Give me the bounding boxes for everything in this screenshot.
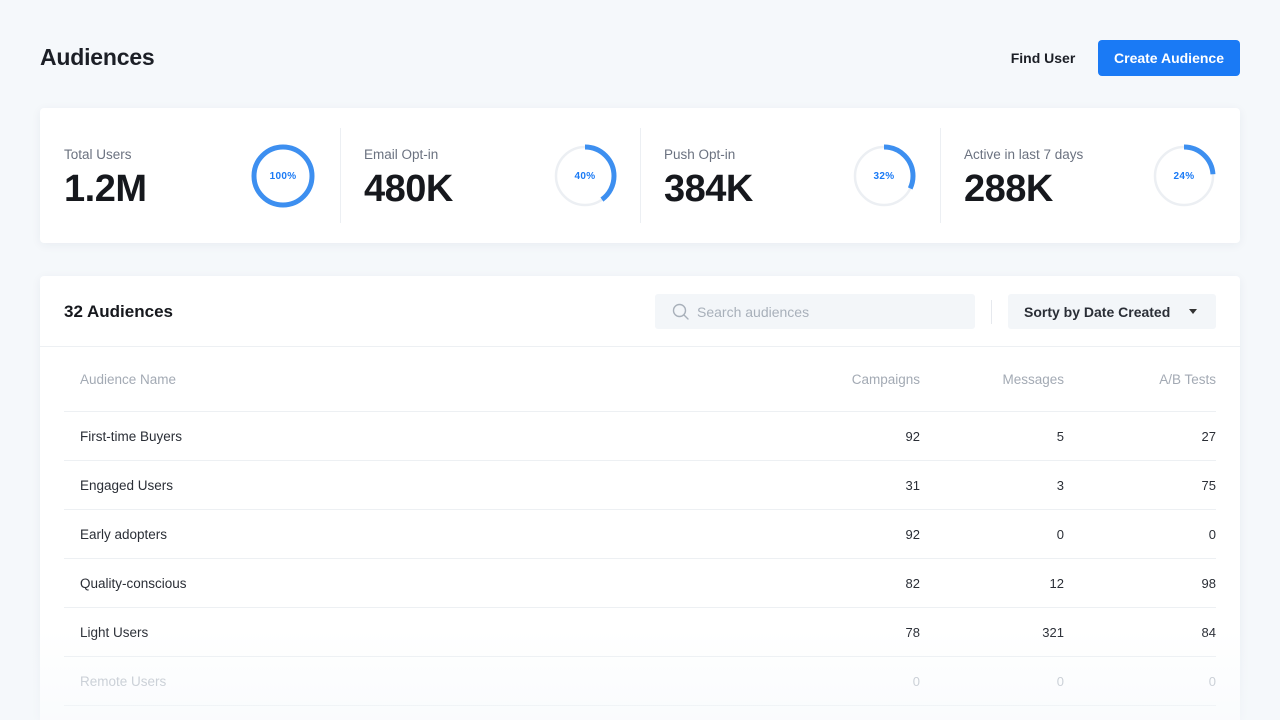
sort-dropdown[interactable]: Sorty by Date Created bbox=[1008, 294, 1216, 329]
column-header-ab-tests[interactable]: A/B Tests bbox=[1064, 347, 1216, 412]
audience-name-cell[interactable]: Quality-conscious bbox=[64, 558, 770, 608]
table-row[interactable]: First-time Buyers 92 5 27 bbox=[64, 411, 1216, 461]
audience-name-cell[interactable]: Light Users bbox=[64, 607, 770, 657]
stat-push-opt-in: Push Opt-in 384K 32% bbox=[640, 108, 940, 243]
ring-percent-label: 24% bbox=[1173, 170, 1195, 182]
ring-percent-label: 100% bbox=[269, 170, 297, 182]
audience-name-cell[interactable]: Engaged Users bbox=[64, 460, 770, 510]
audience-name-cell[interactable]: Remote Users bbox=[64, 656, 770, 706]
ab-tests-cell: 98 bbox=[1064, 558, 1216, 608]
campaigns-cell: 92 bbox=[770, 411, 920, 461]
stat-email-opt-in: Email Opt-in 480K 40% bbox=[340, 108, 640, 243]
messages-cell: 3 bbox=[920, 460, 1064, 510]
stat-label: Push Opt-in bbox=[664, 147, 736, 162]
search-icon bbox=[672, 303, 689, 320]
messages-cell: 12 bbox=[920, 558, 1064, 608]
progress-ring: 24% bbox=[1151, 143, 1217, 209]
table-row[interactable]: Light Users 78 321 84 bbox=[64, 607, 1216, 657]
campaigns-cell: 92 bbox=[770, 509, 920, 559]
stat-label: Active in last 7 days bbox=[964, 147, 1084, 162]
page-title: Audiences bbox=[40, 44, 155, 70]
progress-ring: 40% bbox=[552, 143, 618, 209]
stat-value: 480K bbox=[364, 168, 453, 210]
audience-name-cell[interactable]: Early adopters bbox=[64, 509, 770, 559]
stat-label: Email Opt-in bbox=[364, 147, 439, 162]
ab-tests-cell: 84 bbox=[1064, 607, 1216, 657]
campaigns-cell: 82 bbox=[770, 558, 920, 608]
ab-tests-cell: 75 bbox=[1064, 460, 1216, 510]
toolbar-divider bbox=[991, 300, 992, 324]
stat-value: 288K bbox=[964, 168, 1053, 210]
stat-total-users: Total Users 1.2M 100% bbox=[40, 108, 340, 243]
table-row[interactable]: Engaged Users 31 3 75 bbox=[64, 460, 1216, 510]
stat-active-7-days: Active in last 7 days 288K 24% bbox=[940, 108, 1240, 243]
audiences-table: Audience Name Campaigns Messages A/B Tes… bbox=[64, 347, 1216, 706]
table-row[interactable]: Quality-conscious 82 12 98 bbox=[64, 558, 1216, 608]
search-box[interactable] bbox=[655, 294, 975, 329]
messages-cell: 0 bbox=[920, 656, 1064, 706]
messages-cell: 321 bbox=[920, 607, 1064, 657]
ab-tests-cell: 0 bbox=[1064, 509, 1216, 559]
campaigns-cell: 78 bbox=[770, 607, 920, 657]
progress-ring: 100% bbox=[250, 143, 316, 209]
progress-ring: 32% bbox=[851, 143, 917, 209]
stats-card: Total Users 1.2M 100% Email Opt-in 480K … bbox=[40, 108, 1240, 243]
chevron-down-icon bbox=[1189, 309, 1197, 314]
audiences-count: 32 Audiences bbox=[64, 302, 173, 321]
search-input[interactable] bbox=[697, 294, 967, 329]
stat-label: Total Users bbox=[64, 147, 132, 162]
create-audience-button[interactable]: Create Audience bbox=[1098, 40, 1240, 76]
column-header-messages[interactable]: Messages bbox=[920, 347, 1064, 412]
stat-value: 384K bbox=[664, 168, 753, 210]
stat-value: 1.2M bbox=[64, 168, 147, 210]
ring-percent-label: 40% bbox=[574, 170, 596, 182]
sort-label: Sorty by Date Created bbox=[1024, 304, 1171, 320]
ab-tests-cell: 0 bbox=[1064, 656, 1216, 706]
ring-percent-label: 32% bbox=[873, 170, 895, 182]
table-row[interactable]: Early adopters 92 0 0 bbox=[64, 509, 1216, 559]
messages-cell: 5 bbox=[920, 411, 1064, 461]
audiences-table-card: 32 Audiences Sorty by Date Created Audie… bbox=[40, 276, 1240, 720]
campaigns-cell: 0 bbox=[770, 656, 920, 706]
table-header-row: Audience Name Campaigns Messages A/B Tes… bbox=[64, 347, 1216, 412]
campaigns-cell: 31 bbox=[770, 460, 920, 510]
column-header-audience-name[interactable]: Audience Name bbox=[64, 347, 770, 412]
table-row[interactable]: Remote Users 0 0 0 bbox=[64, 656, 1216, 706]
messages-cell: 0 bbox=[920, 509, 1064, 559]
audience-name-cell[interactable]: First-time Buyers bbox=[64, 411, 770, 461]
ab-tests-cell: 27 bbox=[1064, 411, 1216, 461]
column-header-campaigns[interactable]: Campaigns bbox=[770, 347, 920, 412]
find-user-button[interactable]: Find User bbox=[996, 40, 1090, 76]
